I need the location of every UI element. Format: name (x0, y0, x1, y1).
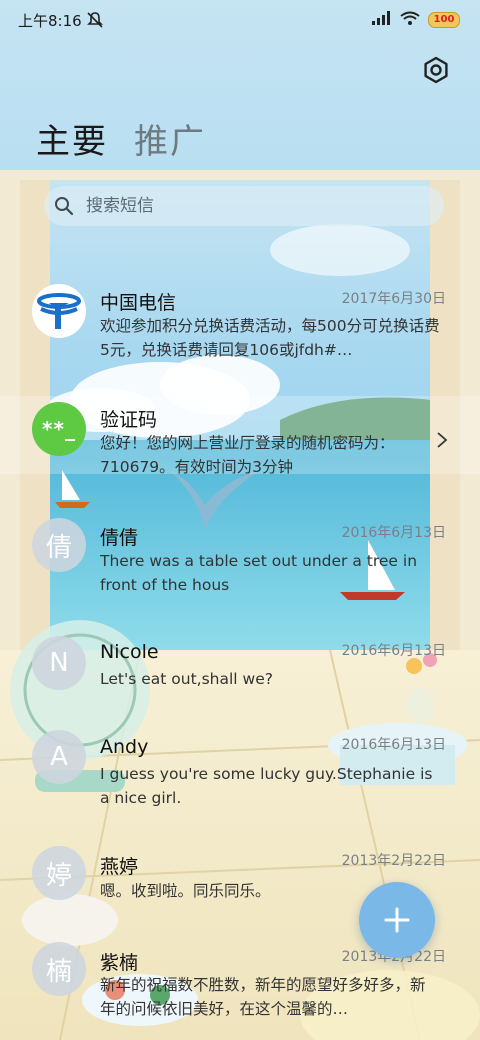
avatar: N (32, 636, 86, 690)
tab-primary[interactable]: 主要 (36, 114, 108, 163)
message-date: 2016年6月13日 (341, 643, 446, 659)
plus-icon (384, 907, 410, 933)
conversation-item[interactable]: 中国电信 2017年6月30日 欢迎参加积分兑换话费活动，每500分可兑换话费5… (0, 280, 480, 372)
message-preview: Let's eat out,shall we? (100, 670, 273, 688)
search-icon (55, 197, 74, 216)
tab-promotions[interactable]: 推广 (134, 114, 206, 163)
avatar: 倩 (32, 518, 86, 572)
settings-button[interactable] (422, 56, 450, 84)
message-date: 2016年6月13日 (341, 525, 446, 541)
telecom-logo-icon (37, 293, 81, 329)
contact-name: Andy (100, 736, 149, 758)
avatar: **_ (32, 402, 86, 456)
new-message-button[interactable] (359, 882, 435, 958)
avatar: 楠 (32, 942, 86, 996)
status-bar: 上午8:16 100 (0, 0, 480, 40)
message-preview: I guess you're some lucky guy.Stephanie … (100, 765, 433, 807)
wifi-icon (400, 10, 420, 29)
signal-icon (372, 10, 392, 29)
gear-icon (424, 56, 448, 84)
message-date: 2017年6月30日 (341, 291, 446, 307)
conversation-item[interactable]: 倩 倩倩 2016年6月13日 There was a table set ou… (0, 516, 480, 606)
contact-name: 紫楠 (100, 952, 139, 974)
conversation-item[interactable]: A Andy 2016年6月13日 I guess you're some lu… (0, 726, 480, 816)
mute-icon (86, 11, 104, 33)
avatar: A (32, 730, 86, 784)
conversation-item[interactable]: N Nicole 2016年6月13日 Let's eat out,shall … (0, 632, 480, 708)
message-preview: There was a table set out under a tree i… (100, 552, 418, 594)
battery-icon: 100 (428, 11, 460, 28)
search-bar[interactable] (44, 186, 444, 226)
message-date: 2013年2月22日 (341, 853, 446, 869)
contact-name: 倩倩 (100, 527, 139, 549)
contact-name: 验证码 (100, 409, 158, 431)
contact-name: Nicole (100, 641, 159, 663)
search-input[interactable] (84, 195, 408, 217)
status-time: 上午8:16 (18, 12, 82, 30)
avatar: 婷 (32, 846, 86, 900)
message-date: 2016年6月13日 (341, 737, 446, 753)
contact-name: 燕婷 (100, 856, 139, 878)
contact-name: 中国电信 (100, 292, 177, 314)
message-preview: 您好！您的网上营业厅登录的随机密码为：710679。有效时间为3分钟 (100, 434, 395, 476)
avatar (32, 284, 86, 338)
message-preview: 欢迎参加积分兑换话费活动，每500分可兑换话费5元，兑换话费请回复106或jfd… (100, 317, 440, 359)
tab-bar: 主要 推广 (36, 114, 206, 163)
message-preview: 新年的祝福数不胜数，新年的愿望好多好多，新年的问候依旧美好，在这个温馨的… (100, 976, 426, 1018)
conversation-item[interactable]: **_ 验证码 您好！您的网上营业厅登录的随机密码为：710679。有效时间为3… (0, 396, 480, 476)
chevron-right-icon (437, 432, 448, 448)
